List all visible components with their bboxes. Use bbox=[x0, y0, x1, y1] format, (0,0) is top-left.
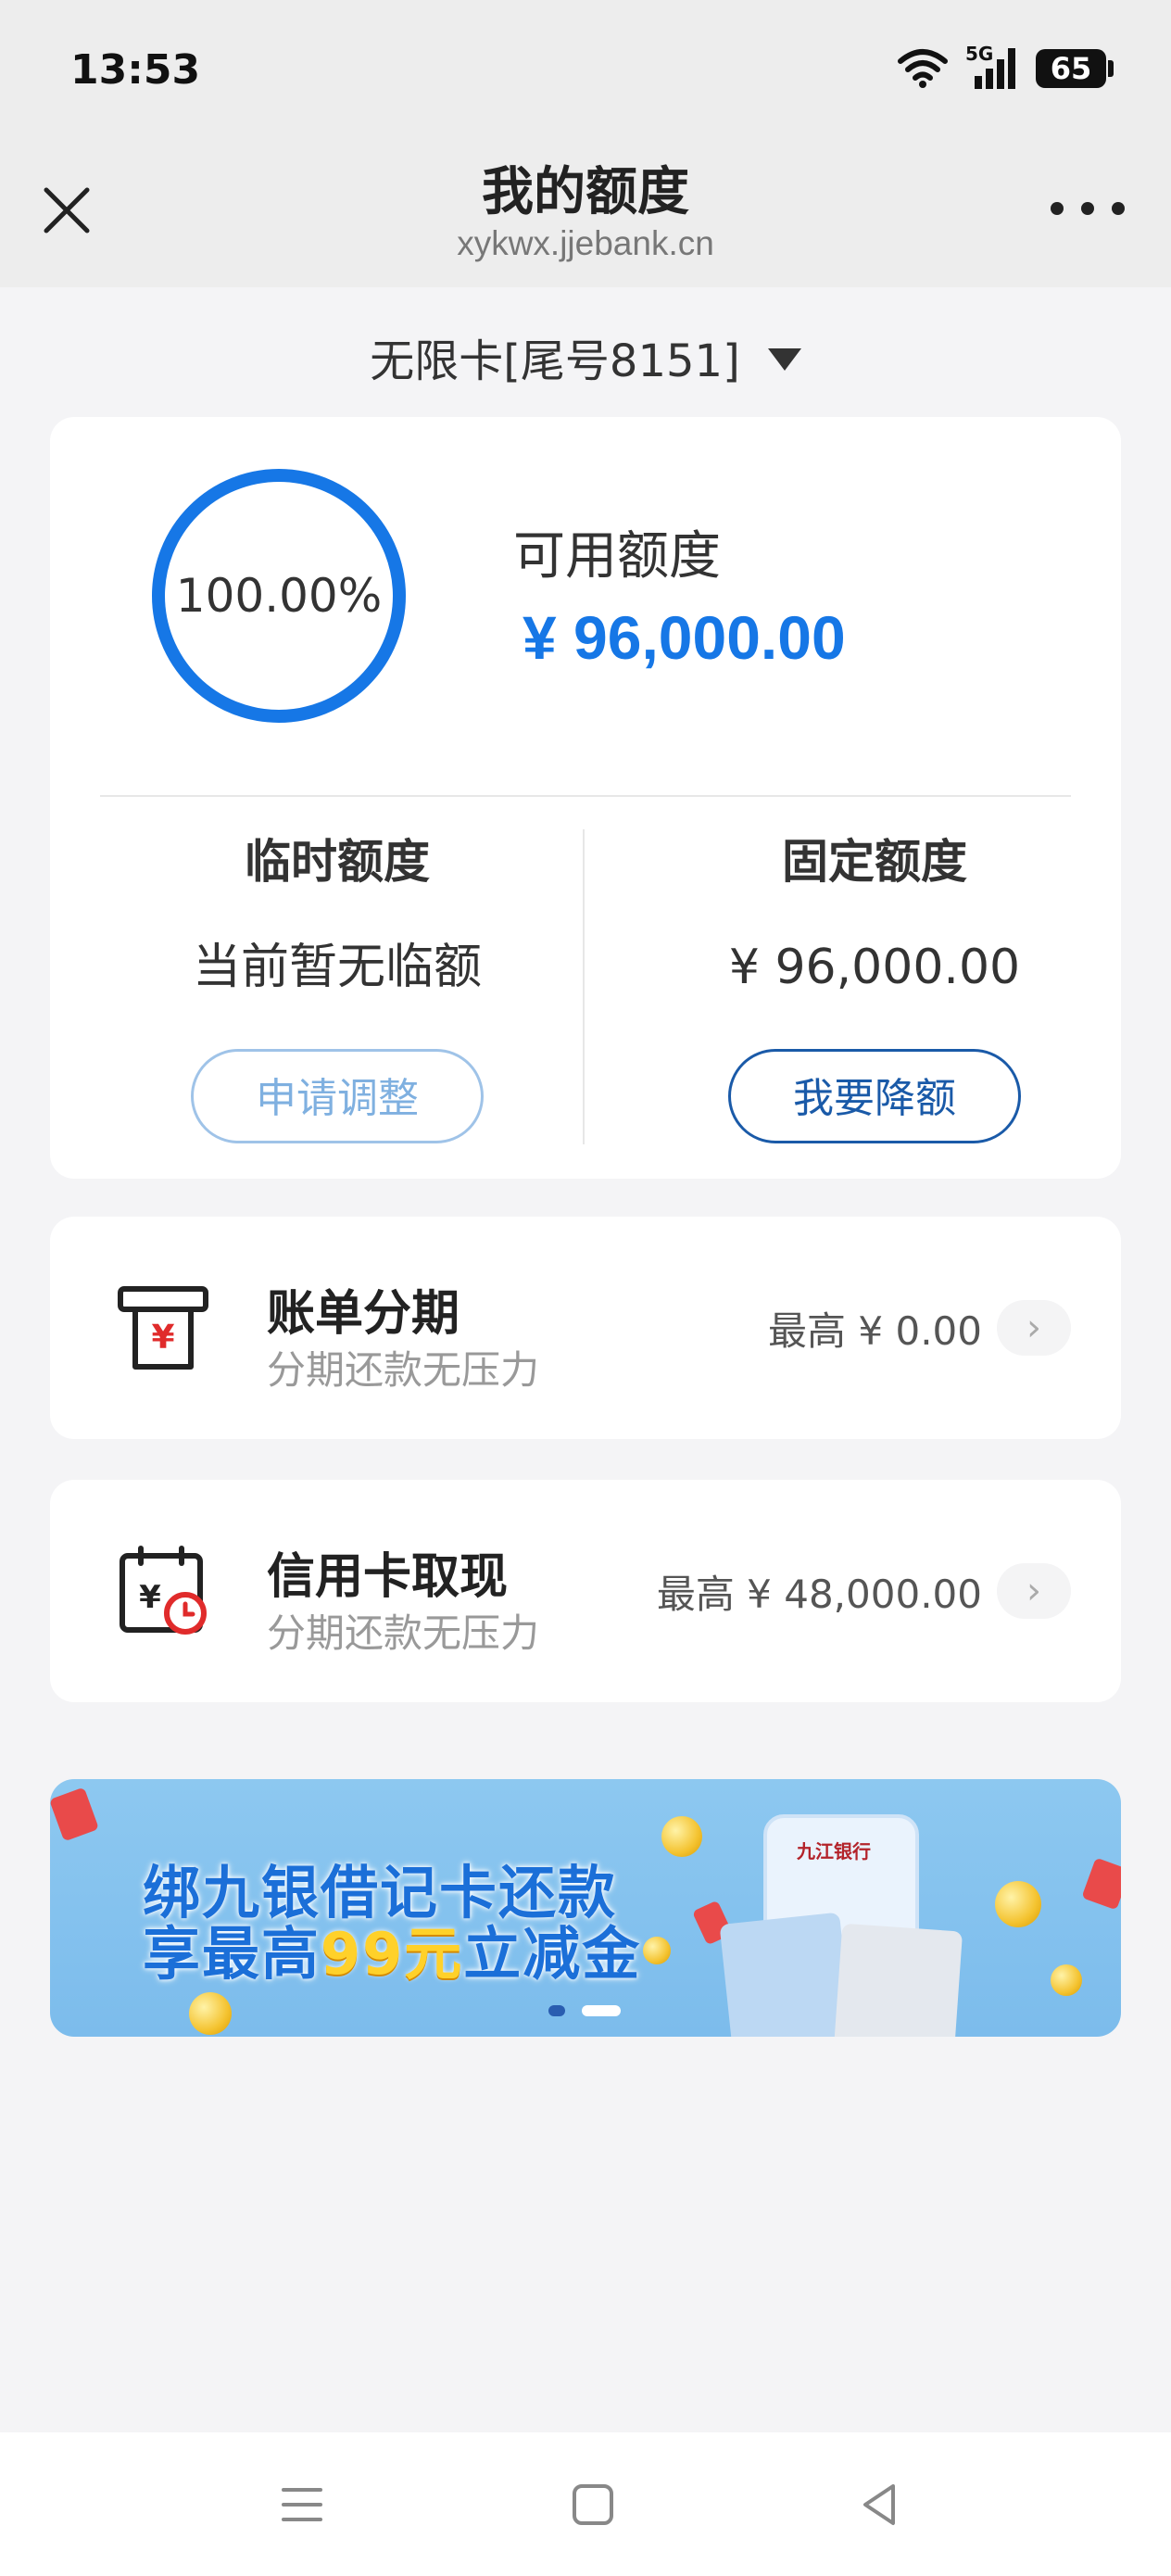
service-title: 信用卡取现 bbox=[267, 1549, 509, 1605]
bank-name: 九江银行 bbox=[797, 1840, 871, 1863]
more-dot bbox=[1081, 202, 1094, 215]
banner-highlight: 99元 bbox=[321, 1920, 464, 1988]
system-nav-bar bbox=[0, 2432, 1171, 2576]
red-envelope-decoration bbox=[1081, 1857, 1121, 1911]
nav-header: 我的额度 xykwx.jjebank.cn bbox=[0, 139, 1171, 287]
status-bar: 13:53 5G 65 bbox=[0, 0, 1171, 139]
temp-quota-value: 当前暂无临额 bbox=[192, 940, 482, 995]
apply-adjust-button[interactable]: 申请调整 bbox=[191, 1049, 484, 1143]
chevron-right-icon[interactable]: › bbox=[997, 1300, 1071, 1356]
more-dot bbox=[1112, 202, 1125, 215]
banner-text: 享最高 bbox=[143, 1920, 321, 1988]
service-subtitle: 分期还款无压力 bbox=[267, 1610, 540, 1656]
battery-level: 65 bbox=[1050, 51, 1092, 86]
svg-text:¥: ¥ bbox=[139, 1579, 161, 1616]
more-dot bbox=[1051, 202, 1064, 215]
wifi-icon bbox=[898, 49, 948, 88]
reduce-quota-button[interactable]: 我要降额 bbox=[728, 1049, 1021, 1143]
page-title: 我的额度 bbox=[482, 162, 689, 222]
card-selector[interactable]: 无限卡[尾号8151] bbox=[0, 315, 1171, 398]
menu-icon[interactable] bbox=[274, 2479, 330, 2531]
quota-percent: 100.00% bbox=[175, 569, 383, 623]
bill-installment-icon: ¥ bbox=[118, 1286, 208, 1370]
fixed-quota-title: 固定额度 bbox=[782, 835, 967, 889]
available-quota-label: 可用额度 bbox=[513, 526, 721, 587]
banner-text: 立减金 bbox=[463, 1920, 642, 1988]
promo-banner[interactable]: 九江银行 绑九银借记卡还款 享最高99元立减金 bbox=[50, 1779, 1121, 2037]
battery-icon: 65 bbox=[1036, 49, 1114, 88]
banner-subheadline: 享最高99元立减金 bbox=[143, 1907, 641, 1990]
home-icon[interactable] bbox=[565, 2479, 621, 2531]
status-icons: 5G 65 bbox=[897, 43, 1114, 95]
svg-text:¥: ¥ bbox=[151, 1319, 174, 1357]
chevron-right-icon[interactable]: › bbox=[997, 1563, 1071, 1619]
status-time: 13:53 bbox=[70, 46, 201, 94]
coin-decoration bbox=[643, 1937, 671, 1964]
more-options-icon[interactable] bbox=[1051, 195, 1125, 222]
coin-decoration bbox=[1051, 1964, 1082, 1996]
temp-quota-title: 临时额度 bbox=[245, 835, 430, 889]
signal-5g-icon: 5G bbox=[965, 43, 1019, 91]
fixed-quota-value: ¥ 96,000.00 bbox=[728, 940, 1021, 995]
card-selector-label: 无限卡[尾号8151] bbox=[370, 335, 740, 387]
fixed-quota-section: 固定额度 ¥ 96,000.00 我要降额 bbox=[643, 825, 1106, 1143]
divider bbox=[583, 829, 585, 1144]
divider bbox=[100, 795, 1071, 797]
red-envelope-decoration bbox=[50, 1787, 100, 1842]
coin-decoration bbox=[661, 1816, 702, 1857]
carousel-dot-active[interactable] bbox=[582, 2005, 621, 2016]
cash-withdraw-icon: ¥ bbox=[120, 1546, 207, 1635]
service-title: 账单分期 bbox=[267, 1286, 460, 1342]
cash-withdraw-row[interactable]: ¥ 信用卡取现 分期还款无压力 最高 ¥ 48,000.00 › bbox=[50, 1480, 1121, 1702]
bill-installment-row[interactable]: ¥ 账单分期 分期还款无压力 最高 ¥ 0.00 › bbox=[50, 1217, 1121, 1439]
quota-card: 100.00% 可用额度 ¥ 96,000.00 临时额度 当前暂无临额 申请调… bbox=[50, 417, 1121, 1179]
carousel-dot[interactable] bbox=[548, 2005, 565, 2016]
service-subtitle: 分期还款无压力 bbox=[267, 1347, 540, 1393]
service-amount: 最高 ¥ 48,000.00 bbox=[656, 1572, 982, 1617]
coin-decoration bbox=[189, 1992, 232, 2035]
temp-quota-section: 临时额度 当前暂无临额 申请调整 bbox=[106, 825, 569, 1143]
available-quota-amount: ¥ 96,000.00 bbox=[523, 603, 846, 672]
coin-decoration bbox=[995, 1881, 1041, 1927]
card-illustration bbox=[719, 1912, 854, 2037]
caret-down-icon bbox=[767, 348, 801, 371]
service-amount: 最高 ¥ 0.00 bbox=[768, 1308, 982, 1354]
page-url: xykwx.jjebank.cn bbox=[457, 224, 714, 262]
back-icon[interactable] bbox=[852, 2479, 908, 2531]
signal-bars-icon bbox=[975, 48, 1015, 89]
card-illustration bbox=[832, 1923, 963, 2037]
